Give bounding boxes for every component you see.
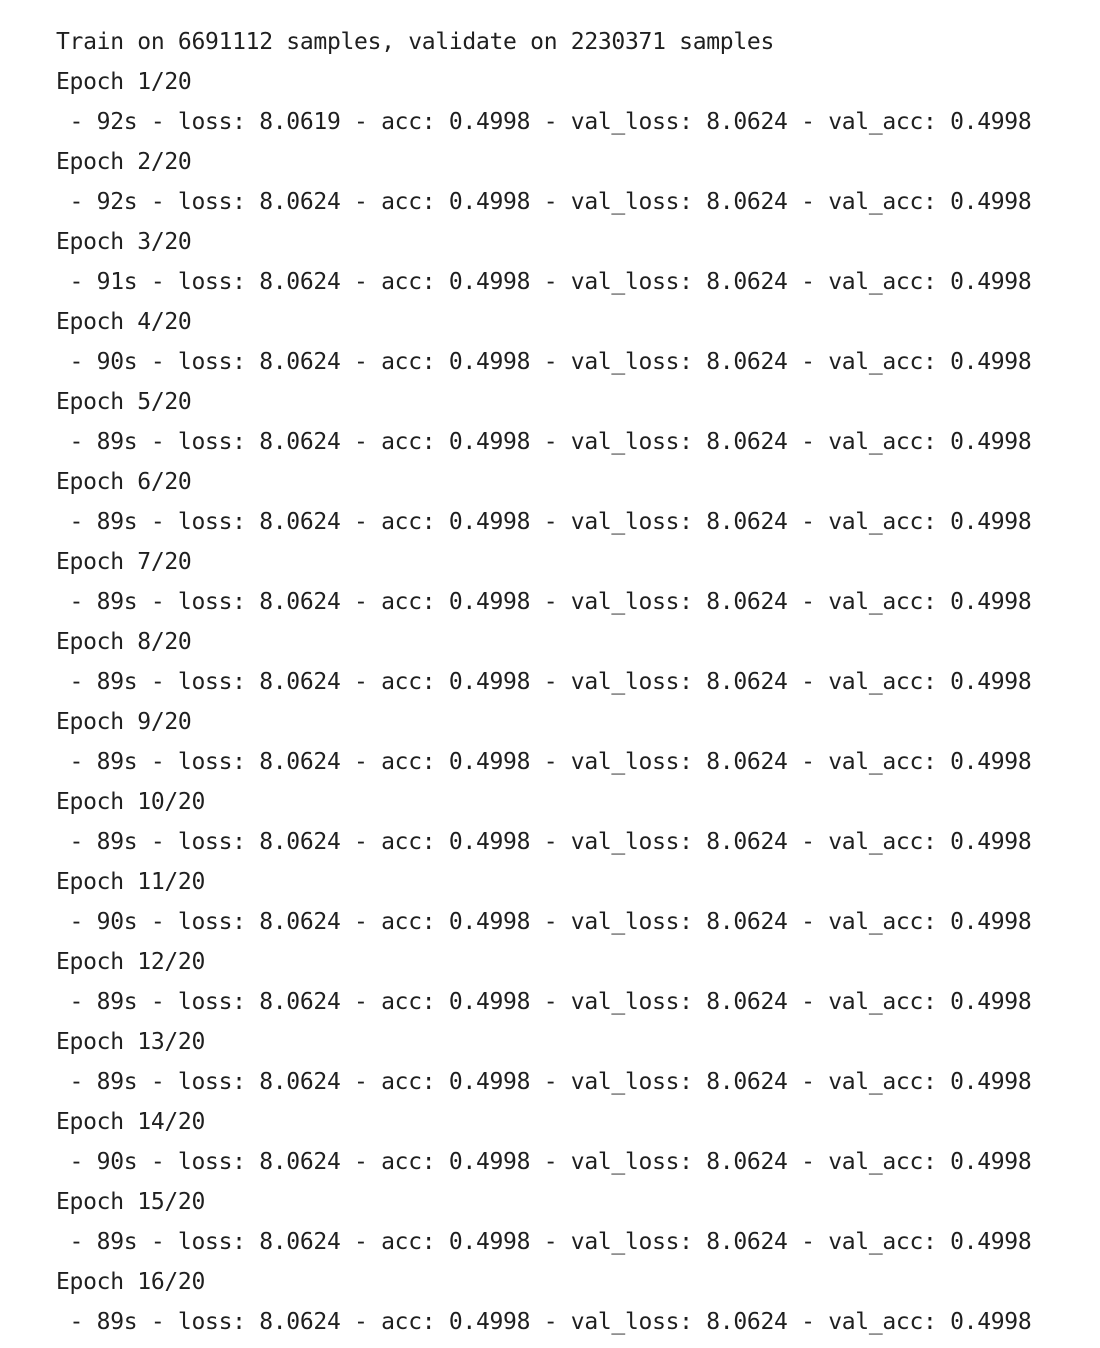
epoch-header: Epoch 2/20 [56, 149, 192, 175]
epoch-metrics: - 89s - loss: 8.0624 - acc: 0.4998 - val… [56, 1069, 1032, 1095]
epoch-metrics: - 89s - loss: 8.0624 - acc: 0.4998 - val… [56, 749, 1032, 775]
epoch-header: Epoch 15/20 [56, 1189, 206, 1215]
epoch-metrics: - 91s - loss: 8.0624 - acc: 0.4998 - val… [56, 269, 1032, 295]
epoch-header: Epoch 3/20 [56, 229, 192, 255]
epoch-header: Epoch 8/20 [56, 629, 192, 655]
epoch-header: Epoch 6/20 [56, 469, 192, 495]
epoch-header: Epoch 12/20 [56, 949, 206, 975]
epoch-header: Epoch 16/20 [56, 1269, 206, 1295]
epoch-header: Epoch 13/20 [56, 1029, 206, 1055]
epoch-metrics: - 90s - loss: 8.0624 - acc: 0.4998 - val… [56, 1149, 1032, 1175]
epoch-header: Epoch 5/20 [56, 389, 192, 415]
epoch-header: Epoch 1/20 [56, 69, 192, 95]
epoch-header: Epoch 10/20 [56, 789, 206, 815]
epoch-metrics: - 92s - loss: 8.0619 - acc: 0.4998 - val… [56, 109, 1032, 135]
epoch-header: Epoch 9/20 [56, 709, 192, 735]
epoch-header: Epoch 4/20 [56, 309, 192, 335]
epoch-metrics: - 89s - loss: 8.0624 - acc: 0.4998 - val… [56, 509, 1032, 535]
epoch-metrics: - 89s - loss: 8.0624 - acc: 0.4998 - val… [56, 429, 1032, 455]
epoch-metrics: - 89s - loss: 8.0624 - acc: 0.4998 - val… [56, 1229, 1032, 1255]
epoch-metrics: - 89s - loss: 8.0624 - acc: 0.4998 - val… [56, 1309, 1032, 1335]
epoch-metrics: - 92s - loss: 8.0624 - acc: 0.4998 - val… [56, 189, 1032, 215]
epoch-metrics: - 90s - loss: 8.0624 - acc: 0.4998 - val… [56, 909, 1032, 935]
epoch-header: Epoch 14/20 [56, 1109, 206, 1135]
epoch-metrics: - 89s - loss: 8.0624 - acc: 0.4998 - val… [56, 669, 1032, 695]
log-header-line: Train on 6691112 samples, validate on 22… [56, 29, 775, 55]
epoch-metrics: - 89s - loss: 8.0624 - acc: 0.4998 - val… [56, 989, 1032, 1015]
epoch-header: Epoch 11/20 [56, 869, 206, 895]
epoch-metrics: - 90s - loss: 8.0624 - acc: 0.4998 - val… [56, 349, 1032, 375]
epoch-metrics: - 89s - loss: 8.0624 - acc: 0.4998 - val… [56, 589, 1032, 615]
training-log: Train on 6691112 samples, validate on 22… [56, 22, 1076, 1342]
epoch-metrics: - 89s - loss: 8.0624 - acc: 0.4998 - val… [56, 829, 1032, 855]
epoch-header: Epoch 7/20 [56, 549, 192, 575]
